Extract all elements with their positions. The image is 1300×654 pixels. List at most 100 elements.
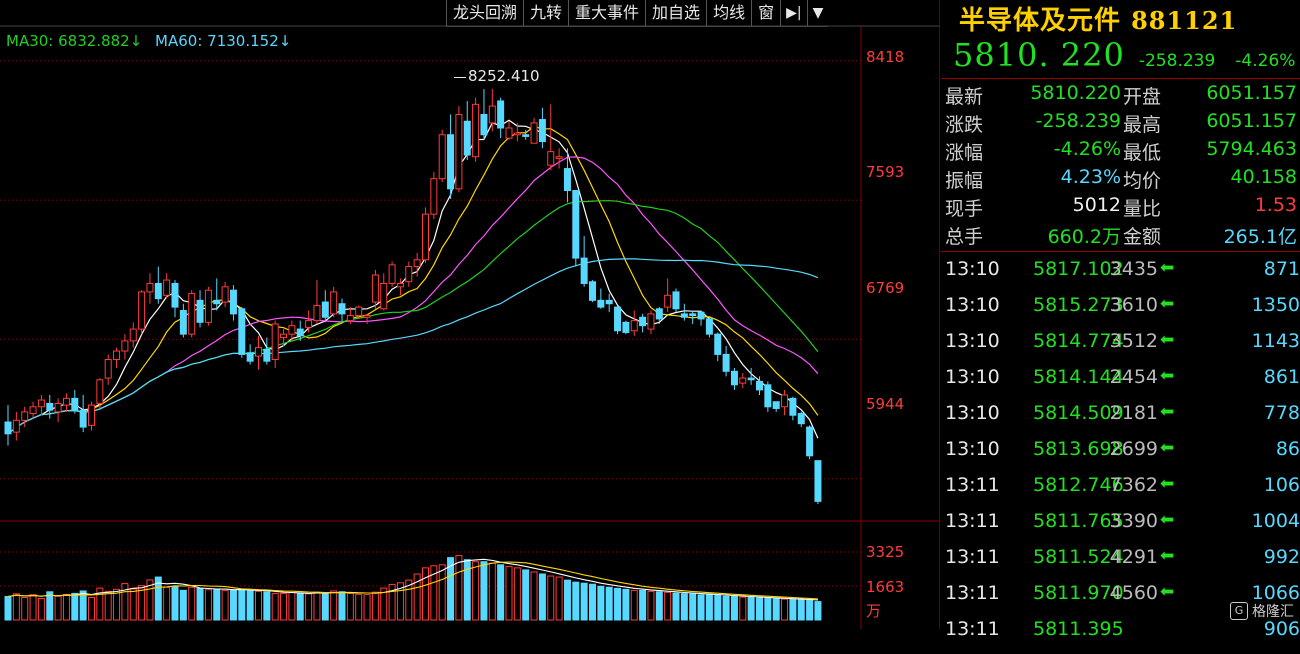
candle-body [714,333,722,355]
volume-bar [238,588,246,621]
candle-body [188,293,196,335]
price-axis-label: 6769 [866,279,905,297]
volume-bar [739,596,747,621]
volume-bar [655,591,663,621]
quote-value: 5794.463 [1206,138,1297,160]
volume-bar [647,590,655,621]
moving-average-button[interactable]: 均线 [706,0,751,26]
candle-body [722,353,730,372]
volume-bar [29,594,37,621]
price-summary: 5810. 220 -258.239 -4.26% [953,36,1298,74]
volume-bar [722,595,730,621]
candle-body [438,134,446,180]
kline-chart[interactable] [0,0,940,629]
add-watchlist-button[interactable]: 加自选 [645,0,706,26]
volume-bar [472,561,480,621]
kline-chart-pane[interactable]: 龙头回溯 九转 重大事件 加自选 均线 窗 ▶| ▼ MA30: 6832.88… [0,0,940,629]
candle-body [121,340,129,352]
volume-bar [806,599,814,621]
volume-bar [12,593,20,621]
candle-body [21,411,29,421]
tick-row[interactable]: 13:11 5811.524 4291 ⬅ 992 [945,546,1300,582]
candle-body [422,213,429,261]
volume-bar [213,588,221,621]
quote-label: 开盘 [1123,86,1162,108]
candle-body [689,313,697,317]
volume-bar [204,589,212,621]
tick-direction-icon: ⬅ [1160,546,1175,566]
quote-label: 均价 [1123,170,1162,192]
candle-body [46,402,54,411]
window-button[interactable]: 窗 [751,0,780,26]
tick-count: 1143 [1251,330,1300,352]
candle-body [355,306,363,317]
candle-body [238,308,246,355]
tick-row[interactable]: 13:10 5814.774 3512 ⬅ 1143 [945,330,1300,366]
tick-row[interactable]: 13:10 5815.273 3610 ⬅ 1350 [945,294,1300,330]
volume-bar [4,595,12,621]
volume-bar [781,598,789,621]
candle-body [672,291,680,310]
ma60-line [7,258,819,435]
watermark-text: 格隆汇 [1252,604,1294,620]
volume-bar [689,593,697,621]
ma30-label: MA30: 6832.882↓ [6,32,143,50]
tick-row[interactable]: 13:10 5813.698 2699 ⬅ 86 [945,438,1300,474]
volume-bar [522,569,530,621]
volume-bar [229,589,237,621]
candle-body [71,397,79,411]
tick-direction-icon: ⬅ [1160,402,1175,422]
jiuzhuan-button[interactable]: 九转 [523,0,568,26]
tick-time: 13:10 [945,438,1000,460]
quote-value: 660.2万 [1047,226,1121,248]
candle-body [204,289,212,323]
candle-body [330,291,338,315]
quote-label: 现手 [945,198,984,220]
tick-row[interactable]: 13:10 5814.144 2454 ⬅ 861 [945,366,1300,402]
tick-row[interactable]: 13:11 5811.395 906 [945,618,1300,654]
quote-value: -4.26% [1053,138,1121,160]
longtou-huisu-button[interactable]: 龙头回溯 [446,0,523,26]
candle-body [221,286,229,303]
candle-body [472,103,480,158]
candle-body [730,370,738,386]
tick-volume: 7362 [1109,474,1158,496]
candle-body [388,264,396,284]
chevron-down-icon[interactable]: ▼ [806,0,829,26]
price-axis-label: 5944 [866,395,905,413]
candle-body [589,281,596,301]
tick-row[interactable]: 13:10 5817.102 3435 ⬅ 871 [945,258,1300,294]
candle-body [505,127,513,139]
candle-body [54,402,62,413]
volume-bar [129,588,137,621]
tick-count: 86 [1275,438,1300,460]
candle-body [814,460,822,502]
volume-bar [614,587,622,621]
quote-value: 1.53 [1254,194,1297,216]
volume-bar [163,586,171,621]
quote-label: 金额 [1123,226,1162,248]
candle-body [563,168,571,192]
tick-time: 13:11 [945,546,1000,568]
volume-bar [639,589,647,621]
tick-direction-icon: ⬅ [1160,294,1175,314]
tick-row[interactable]: 13:10 5814.509 2181 ⬅ 778 [945,402,1300,438]
volume-bar [714,594,722,621]
tick-time: 13:10 [945,294,1000,316]
candle-body [680,313,688,318]
tick-row[interactable]: 13:11 5812.746 7362 ⬅ 106 [945,474,1300,510]
tick-row[interactable]: 13:11 5811.765 3390 ⬅ 1004 [945,510,1300,546]
candle-body [655,308,663,320]
volume-bar [789,599,797,621]
expand-panel-icon[interactable]: ▶| [780,0,806,26]
candle-body [396,282,404,288]
major-events-button[interactable]: 重大事件 [568,0,645,26]
tick-time: 13:11 [945,582,1000,604]
volume-bar [455,555,463,621]
volume-bar [597,585,605,621]
candle-body [271,323,279,360]
tick-direction-icon: ⬅ [1160,510,1175,530]
current-price: 5810. 220 [953,36,1125,74]
candle-body [764,384,772,408]
candle-body [647,313,655,330]
